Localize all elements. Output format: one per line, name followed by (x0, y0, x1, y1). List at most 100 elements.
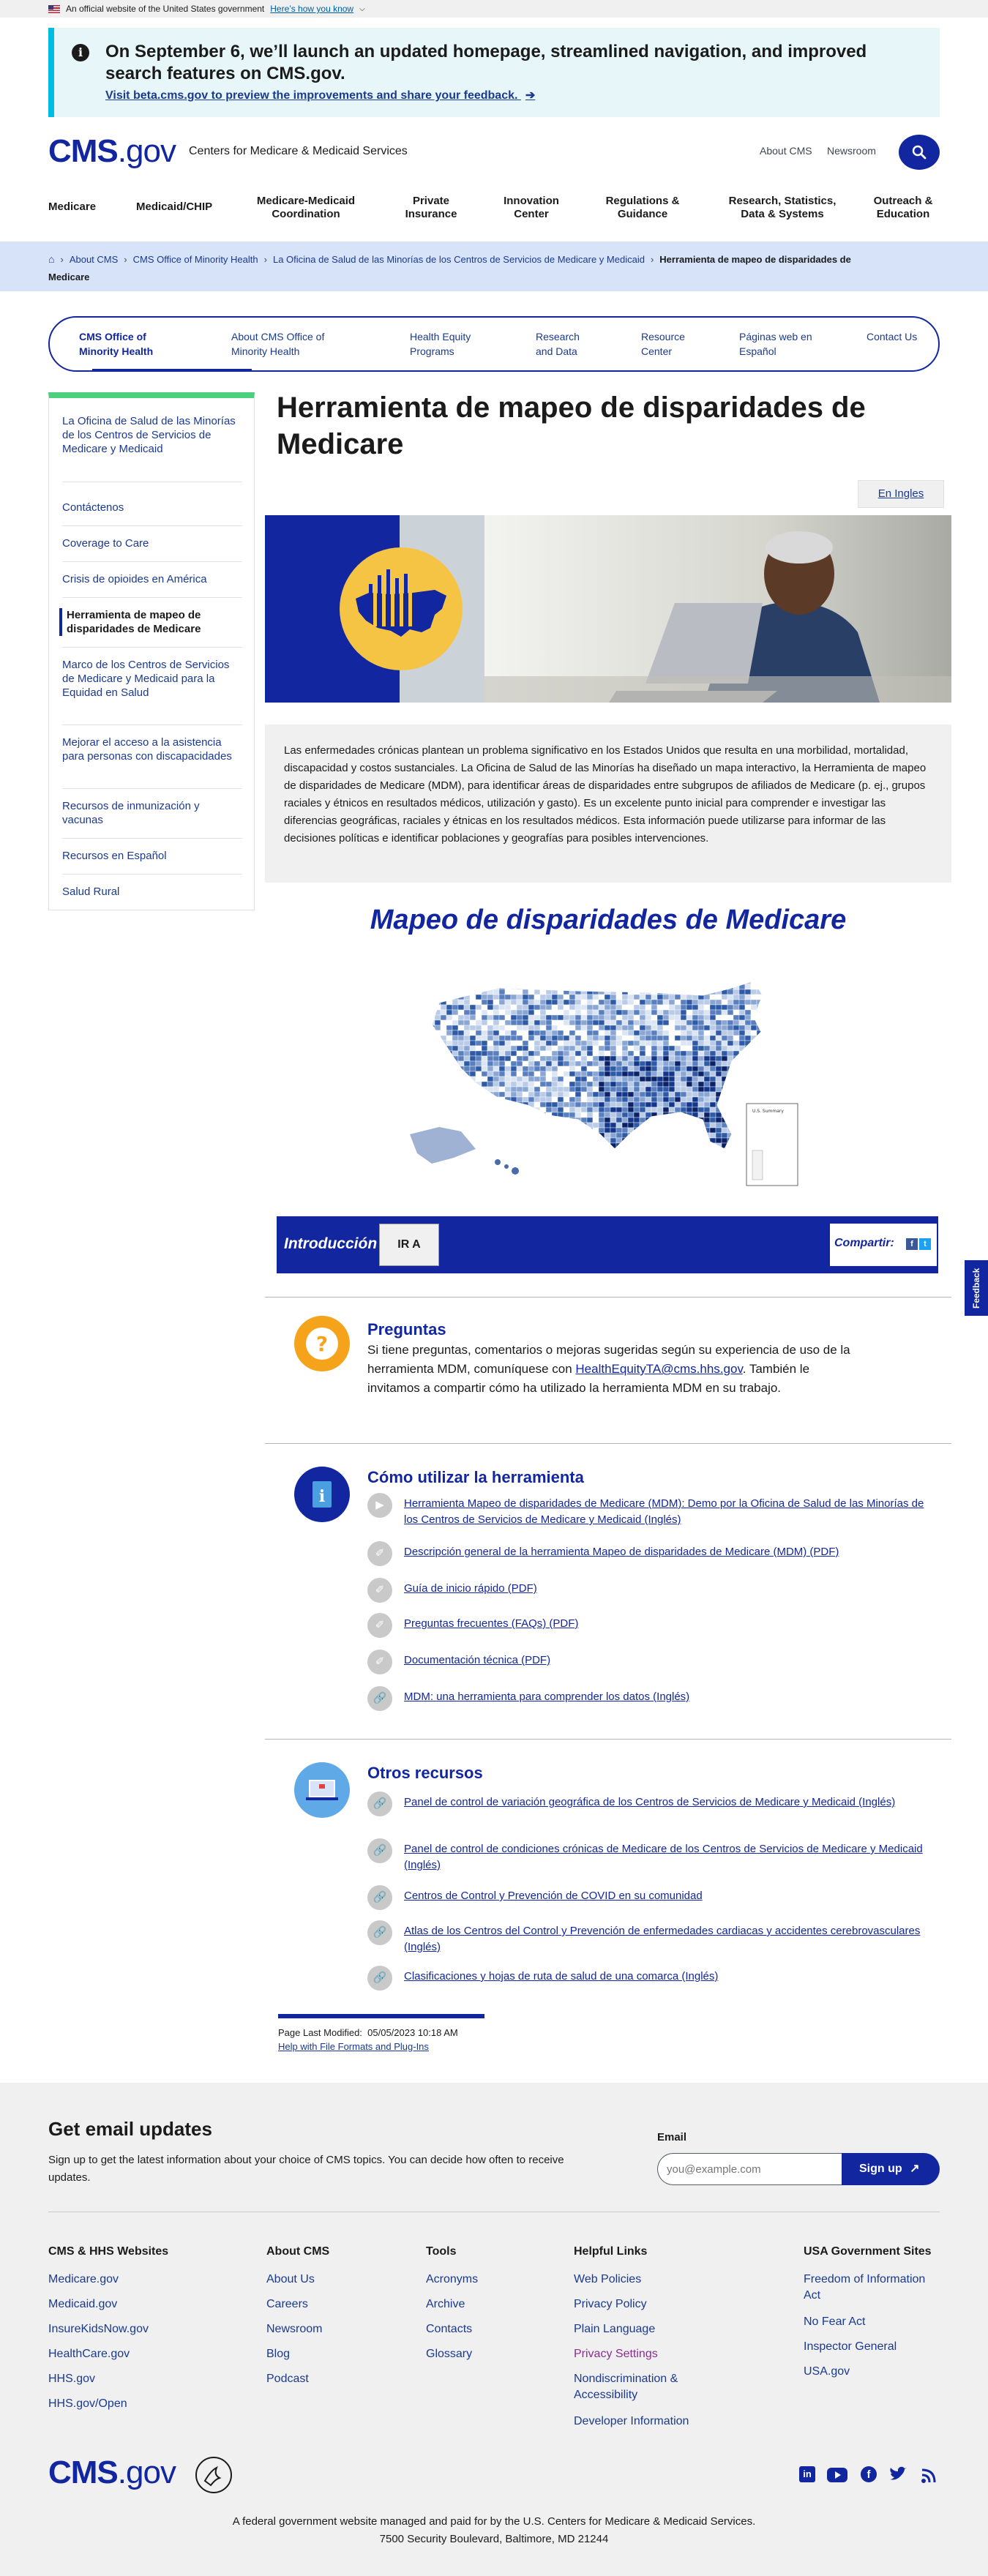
map-county-cell[interactable] (452, 1091, 459, 1098)
map-county-cell[interactable] (522, 1127, 529, 1134)
map-county-cell[interactable] (762, 1050, 768, 1057)
map-county-cell[interactable] (651, 1142, 658, 1149)
map-county-cell[interactable] (674, 1009, 681, 1016)
map-county-cell[interactable] (545, 979, 553, 985)
map-county-cell[interactable] (569, 1014, 576, 1021)
sidebar-item-herramienta-mapeo[interactable]: Herramienta de mapeo de disparidades de … (59, 608, 239, 636)
map-county-cell[interactable] (598, 1112, 605, 1118)
map-county-cell[interactable] (668, 1107, 675, 1113)
map-county-cell[interactable] (710, 1153, 716, 1158)
map-county-cell[interactable] (721, 979, 728, 985)
map-county-cell[interactable] (528, 1142, 535, 1149)
map-county-cell[interactable] (551, 984, 558, 990)
map-county-cell[interactable] (510, 1112, 517, 1118)
map-county-cell[interactable] (563, 979, 570, 985)
map-county-cell[interactable] (633, 1117, 640, 1123)
map-county-cell[interactable] (697, 1004, 705, 1011)
map-county-cell[interactable] (697, 989, 705, 995)
map-county-cell[interactable] (762, 1025, 768, 1031)
map-county-cell[interactable] (487, 979, 494, 985)
map-county-cell[interactable] (697, 1045, 705, 1052)
map-county-cell[interactable] (522, 1112, 529, 1118)
map-county-cell[interactable] (721, 1009, 728, 1016)
map-county-cell[interactable] (481, 1112, 488, 1118)
map-county-cell[interactable] (621, 1045, 629, 1052)
map-county-cell[interactable] (534, 1045, 541, 1052)
map-county-cell[interactable] (610, 1066, 617, 1072)
map-county-cell[interactable] (586, 1004, 594, 1011)
map-county-cell[interactable] (516, 1086, 523, 1093)
map-county-cell[interactable] (504, 1107, 512, 1113)
map-county-cell[interactable] (440, 1055, 447, 1062)
sidebar-item-coverage-to-care[interactable]: Coverage to Care (62, 536, 242, 550)
map-county-cell[interactable] (733, 1066, 740, 1072)
map-county-cell[interactable] (475, 1055, 482, 1062)
map-county-cell[interactable] (738, 1122, 746, 1128)
map-county-cell[interactable] (516, 1019, 523, 1026)
map-county-cell[interactable] (463, 979, 471, 985)
map-county-cell[interactable] (539, 1071, 547, 1077)
map-county-cell[interactable] (498, 1045, 506, 1052)
map-county-cell[interactable] (703, 984, 711, 990)
map-county-cell[interactable] (516, 1107, 523, 1113)
map-county-cell[interactable] (475, 1060, 482, 1067)
map-county-cell[interactable] (598, 1030, 605, 1036)
map-county-cell[interactable] (756, 1060, 763, 1067)
map-county-cell[interactable] (621, 1107, 629, 1113)
map-county-cell[interactable] (727, 1081, 734, 1087)
map-county-cell[interactable] (633, 1040, 640, 1046)
map-county-cell[interactable] (516, 989, 523, 995)
map-county-cell[interactable] (598, 1101, 605, 1108)
map-county-cell[interactable] (475, 994, 482, 1000)
map-county-cell[interactable] (534, 1060, 541, 1067)
map-county-cell[interactable] (610, 1030, 617, 1036)
map-county-cell[interactable] (621, 1014, 629, 1021)
map-county-cell[interactable] (545, 1137, 553, 1144)
map-county-cell[interactable] (756, 1055, 763, 1062)
map-county-cell[interactable] (668, 1025, 675, 1031)
map-county-cell[interactable] (604, 1117, 611, 1123)
map-county-cell[interactable] (692, 1076, 699, 1082)
map-county-cell[interactable] (429, 1030, 435, 1036)
map-county-cell[interactable] (434, 1086, 441, 1093)
map-county-cell[interactable] (662, 1127, 670, 1134)
map-county-cell[interactable] (504, 1035, 512, 1041)
map-county-cell[interactable] (429, 1101, 435, 1108)
map-county-cell[interactable] (668, 1009, 675, 1016)
map-county-cell[interactable] (692, 1035, 699, 1041)
map-county-cell[interactable] (534, 1086, 541, 1093)
map-county-cell[interactable] (580, 1101, 588, 1108)
map-county-cell[interactable] (598, 1091, 605, 1098)
nav-research-statistics[interactable]: Research, Statistics, Data & Systems (720, 195, 845, 221)
map-county-cell[interactable] (733, 1137, 740, 1144)
map-county-cell[interactable] (475, 1122, 482, 1128)
map-county-cell[interactable] (487, 1019, 494, 1026)
map-county-cell[interactable] (557, 1055, 564, 1062)
map-county-cell[interactable] (651, 979, 658, 985)
map-county-cell[interactable] (523, 1153, 528, 1158)
map-county-cell[interactable] (709, 1066, 716, 1072)
map-county-cell[interactable] (668, 1081, 675, 1087)
map-county-cell[interactable] (440, 1112, 447, 1118)
map-county-cell[interactable] (446, 1091, 453, 1098)
map-county-cell[interactable] (686, 1076, 693, 1082)
map-county-cell[interactable] (604, 984, 611, 990)
map-county-cell[interactable] (633, 1019, 640, 1026)
map-county-cell[interactable] (586, 1040, 594, 1046)
map-county-cell[interactable] (610, 1112, 617, 1118)
map-county-cell[interactable] (569, 1101, 576, 1108)
map-county-cell[interactable] (721, 1091, 728, 1098)
map-county-cell[interactable] (534, 984, 541, 990)
map-county-cell[interactable] (557, 1040, 564, 1046)
map-county-cell[interactable] (429, 1112, 435, 1118)
map-county-cell[interactable] (692, 1045, 699, 1052)
nav-private-insurance[interactable]: Private Insurance (398, 195, 464, 221)
map-county-cell[interactable] (557, 1086, 564, 1093)
map-county-cell[interactable] (656, 1091, 664, 1098)
map-county-cell[interactable] (733, 1045, 740, 1052)
footer-link-archive[interactable]: Archive (426, 2296, 465, 2313)
map-county-cell[interactable] (487, 1071, 494, 1077)
map-county-cell[interactable] (481, 1122, 488, 1128)
map-county-cell[interactable] (668, 979, 675, 985)
map-county-cell[interactable] (709, 1004, 716, 1011)
